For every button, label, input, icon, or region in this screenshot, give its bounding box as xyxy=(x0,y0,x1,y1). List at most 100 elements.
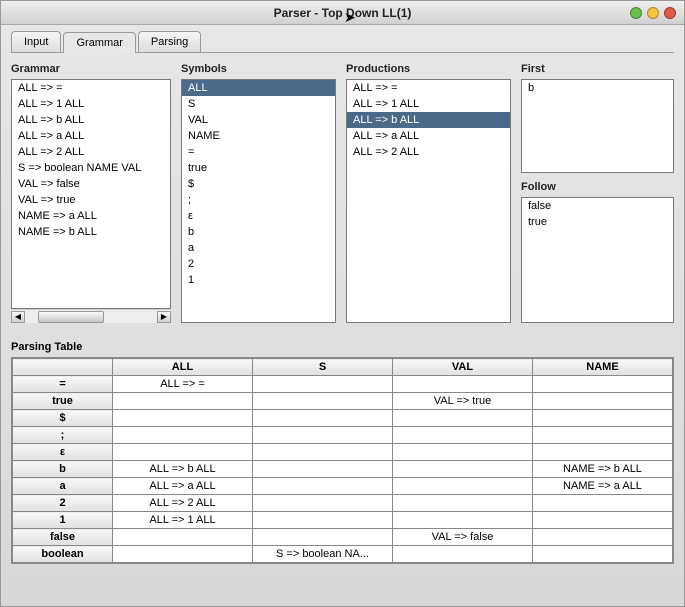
table-cell[interactable]: ALL => 1 ALL xyxy=(113,512,253,529)
table-cell[interactable] xyxy=(533,393,673,410)
table-cell[interactable] xyxy=(253,512,393,529)
list-item[interactable]: NAME => a ALL xyxy=(12,208,170,224)
table-cell[interactable]: ALL => 2 ALL xyxy=(113,495,253,512)
list-item[interactable]: b xyxy=(522,80,673,96)
table-row-header[interactable]: 2 xyxy=(13,495,113,512)
list-item[interactable]: ALL => a ALL xyxy=(347,128,510,144)
table-cell[interactable] xyxy=(533,546,673,563)
table-cell[interactable] xyxy=(533,376,673,393)
list-item[interactable]: ALL => b ALL xyxy=(347,112,510,128)
list-item[interactable]: ε xyxy=(182,208,335,224)
table-cell[interactable] xyxy=(253,495,393,512)
list-item[interactable]: 2 xyxy=(182,256,335,272)
table-cell[interactable] xyxy=(533,444,673,461)
list-item[interactable]: false xyxy=(522,198,673,214)
list-item[interactable]: ALL => = xyxy=(12,80,170,96)
table-cell[interactable] xyxy=(393,512,533,529)
list-item[interactable]: ALL => = xyxy=(347,80,510,96)
table-cell[interactable]: ALL => a ALL xyxy=(113,478,253,495)
table-cell[interactable] xyxy=(113,529,253,546)
table-cell[interactable] xyxy=(253,444,393,461)
list-item[interactable]: VAL => true xyxy=(12,192,170,208)
table-cell[interactable] xyxy=(393,427,533,444)
table-cell[interactable] xyxy=(253,478,393,495)
first-listbox[interactable]: b xyxy=(521,79,674,173)
symbols-listbox[interactable]: ALLSVALNAME=true$;εba21 xyxy=(181,79,336,323)
table-cell[interactable] xyxy=(393,444,533,461)
list-item[interactable]: a xyxy=(182,240,335,256)
follow-listbox[interactable]: falsetrue xyxy=(521,197,674,323)
table-cell[interactable]: ALL => b ALL xyxy=(113,461,253,478)
list-item[interactable]: ALL => 1 ALL xyxy=(12,96,170,112)
table-cell[interactable]: S => boolean NA... xyxy=(253,546,393,563)
table-cell[interactable]: NAME => b ALL xyxy=(533,461,673,478)
list-item[interactable]: ALL => b ALL xyxy=(12,112,170,128)
list-item[interactable]: true xyxy=(522,214,673,230)
list-item[interactable]: ALL => 2 ALL xyxy=(347,144,510,160)
table-column-header[interactable]: VAL xyxy=(393,359,533,376)
table-cell[interactable] xyxy=(253,427,393,444)
table-cell[interactable] xyxy=(533,529,673,546)
close-button[interactable] xyxy=(664,7,676,19)
tab-input[interactable]: Input xyxy=(11,31,61,52)
list-item[interactable]: VAL => false xyxy=(12,176,170,192)
table-cell[interactable] xyxy=(253,461,393,478)
table-cell[interactable] xyxy=(393,478,533,495)
list-item[interactable]: ALL => a ALL xyxy=(12,128,170,144)
table-cell[interactable] xyxy=(113,546,253,563)
list-item[interactable]: VAL xyxy=(182,112,335,128)
table-cell[interactable] xyxy=(113,444,253,461)
list-item[interactable]: ALL => 2 ALL xyxy=(12,144,170,160)
parsing-table[interactable]: ALLSVALNAME=ALL => =trueVAL => true$;εbA… xyxy=(12,358,673,563)
table-cell[interactable] xyxy=(393,410,533,427)
list-item[interactable]: 1 xyxy=(182,272,335,288)
table-column-header[interactable]: NAME xyxy=(533,359,673,376)
list-item[interactable]: S xyxy=(182,96,335,112)
table-row-header[interactable]: boolean xyxy=(13,546,113,563)
table-cell[interactable] xyxy=(113,427,253,444)
list-item[interactable]: ALL => 1 ALL xyxy=(347,96,510,112)
table-cell[interactable] xyxy=(113,410,253,427)
table-cell[interactable]: ALL => = xyxy=(113,376,253,393)
table-row-header[interactable]: ε xyxy=(13,444,113,461)
table-row-header[interactable]: a xyxy=(13,478,113,495)
table-cell[interactable] xyxy=(253,410,393,427)
table-cell[interactable] xyxy=(393,376,533,393)
table-row-header[interactable]: 1 xyxy=(13,512,113,529)
titlebar[interactable]: Parser - Top Down LL(1) ➤ xyxy=(1,1,684,25)
list-item[interactable]: b xyxy=(182,224,335,240)
table-row-header[interactable]: ; xyxy=(13,427,113,444)
table-row-header[interactable]: = xyxy=(13,376,113,393)
table-cell[interactable] xyxy=(533,512,673,529)
list-item[interactable]: true xyxy=(182,160,335,176)
table-cell[interactable] xyxy=(533,410,673,427)
table-cell[interactable] xyxy=(393,495,533,512)
list-item[interactable]: $ xyxy=(182,176,335,192)
minimize-button[interactable] xyxy=(630,7,642,19)
list-item[interactable]: = xyxy=(182,144,335,160)
scroll-right-icon[interactable]: ▶ xyxy=(157,311,171,323)
maximize-button[interactable] xyxy=(647,7,659,19)
scroll-left-icon[interactable]: ◀ xyxy=(11,311,25,323)
table-row-header[interactable]: false xyxy=(13,529,113,546)
table-cell[interactable] xyxy=(393,546,533,563)
table-cell[interactable] xyxy=(113,393,253,410)
grammar-scrollbar[interactable]: ◀ ▶ xyxy=(11,309,171,323)
table-row-header[interactable]: $ xyxy=(13,410,113,427)
table-cell[interactable] xyxy=(253,393,393,410)
list-item[interactable]: ALL xyxy=(182,80,335,96)
list-item[interactable]: NAME xyxy=(182,128,335,144)
table-column-header[interactable]: S xyxy=(253,359,393,376)
table-row-header[interactable]: true xyxy=(13,393,113,410)
table-cell[interactable]: NAME => a ALL xyxy=(533,478,673,495)
table-cell[interactable] xyxy=(533,427,673,444)
table-row-header[interactable]: b xyxy=(13,461,113,478)
table-cell[interactable] xyxy=(253,529,393,546)
tab-grammar[interactable]: Grammar xyxy=(63,32,135,53)
table-cell[interactable] xyxy=(533,495,673,512)
list-item[interactable]: NAME => b ALL xyxy=(12,224,170,240)
list-item[interactable]: ; xyxy=(182,192,335,208)
table-cell[interactable] xyxy=(253,376,393,393)
table-column-header[interactable]: ALL xyxy=(113,359,253,376)
table-cell[interactable]: VAL => false xyxy=(393,529,533,546)
